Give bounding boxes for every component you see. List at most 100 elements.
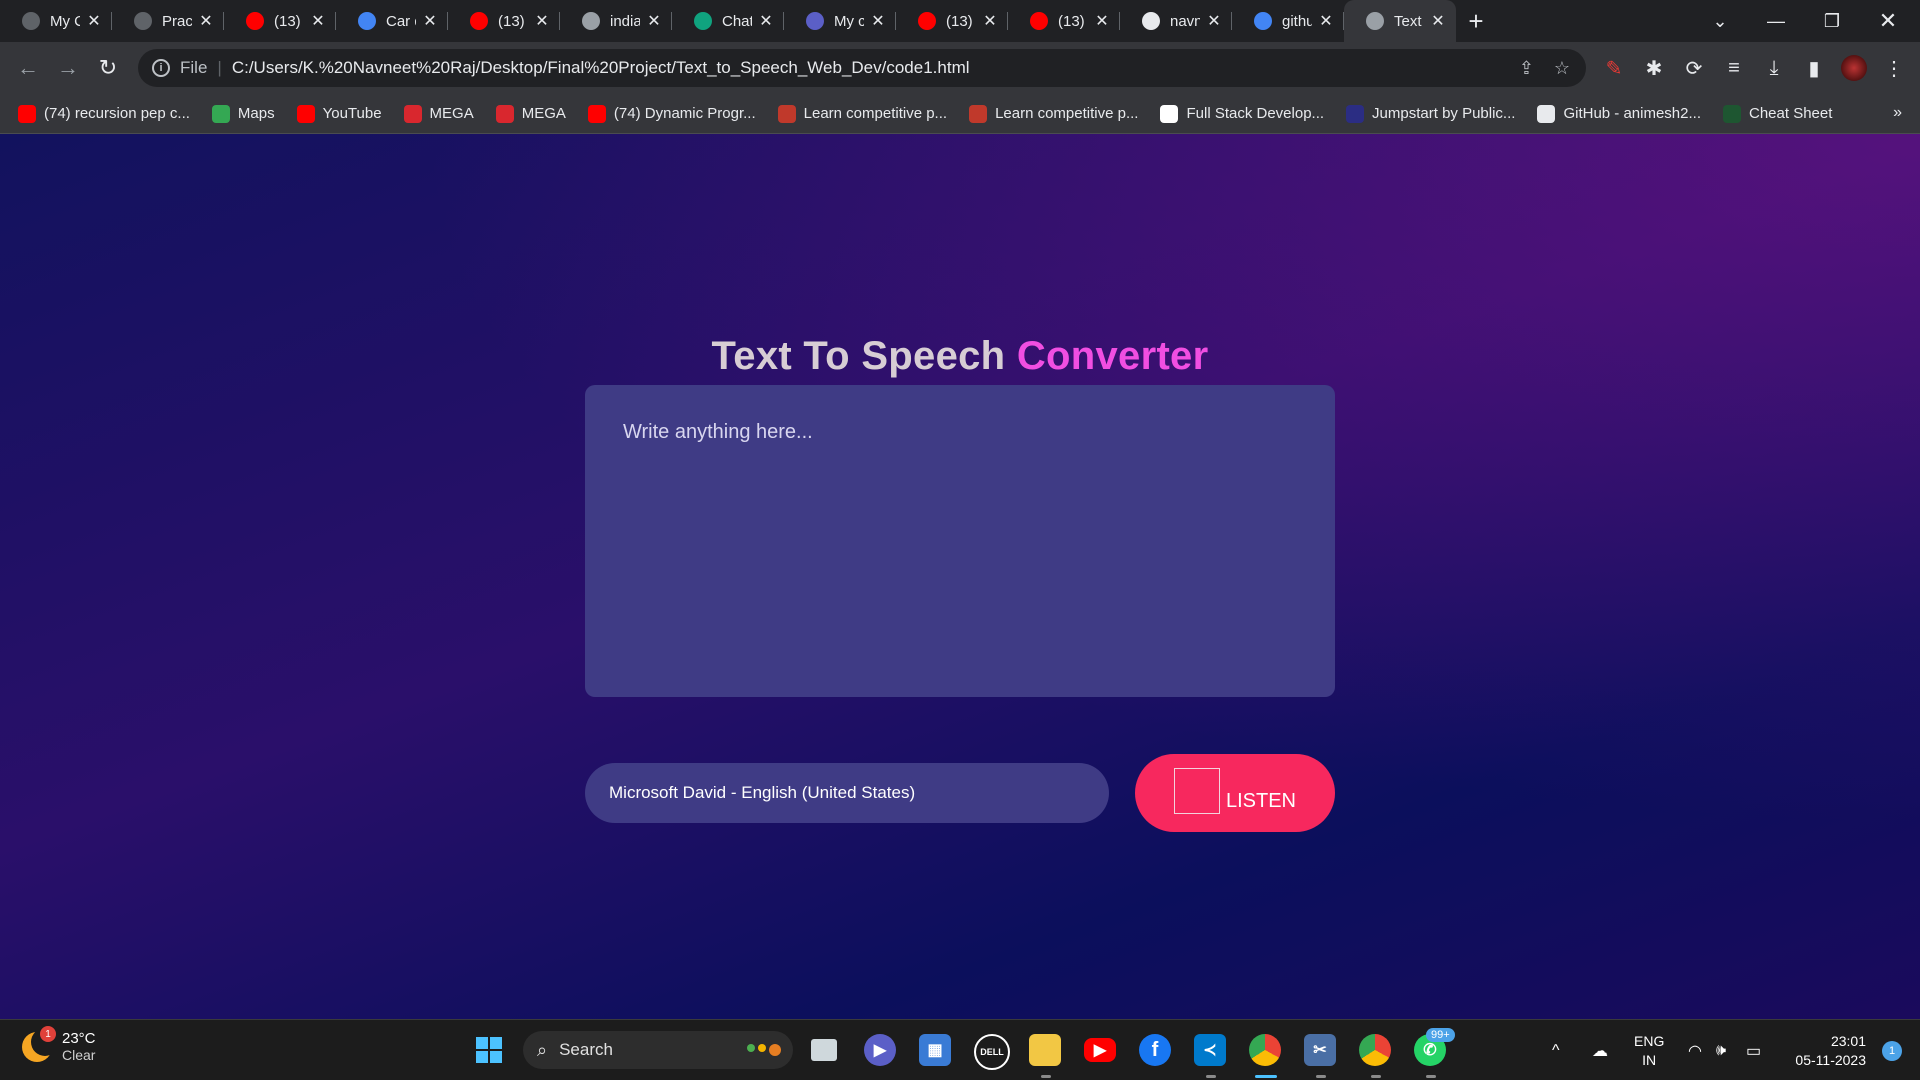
tab-favicon-icon [22, 12, 40, 30]
address-url[interactable]: C:/Users/K.%20Navneet%20Raj/Desktop/Fina… [232, 58, 970, 78]
new-tab-button[interactable]: + [1456, 0, 1496, 42]
profile-avatar[interactable] [1840, 54, 1868, 82]
bookmark-item[interactable]: GitHub - animesh2... [1537, 104, 1701, 123]
browser-tab[interactable]: Text t ✕ [1344, 0, 1456, 42]
bookmark-item[interactable]: MEGA [495, 104, 566, 123]
tab-favicon-icon [694, 12, 712, 30]
text-input[interactable] [585, 385, 1335, 697]
teams-chat-icon[interactable]: ▶ [864, 1034, 896, 1066]
tab-close-icon[interactable]: ✕ [86, 11, 102, 31]
language-indicator[interactable]: ENG IN [1634, 1020, 1664, 1080]
more-bookmarks-button[interactable]: » [1893, 104, 1902, 122]
tab-title: ChatG [722, 12, 752, 30]
task-view-icon[interactable] [811, 1039, 837, 1061]
voice-select[interactable]: Microsoft David - English (United States… [585, 763, 1109, 823]
back-button[interactable]: ← [8, 48, 48, 88]
chrome-profile-icon[interactable] [1359, 1034, 1391, 1066]
bookmark-item[interactable]: YouTube [296, 104, 382, 123]
tab-title: (13) H [498, 12, 528, 30]
browser-tab[interactable]: githu ✕ [1232, 0, 1344, 42]
bookmark-label: Learn competitive p... [803, 105, 948, 122]
facebook-icon[interactable]: f [1139, 1034, 1171, 1066]
notification-badge[interactable]: 1 [1882, 1041, 1902, 1061]
extensions-puzzle-icon[interactable]: ✱ [1640, 54, 1668, 82]
volume-icon[interactable]: 🕪 [1716, 1020, 1726, 1080]
tab-close-icon[interactable]: ✕ [1206, 11, 1222, 31]
tab-close-icon[interactable]: ✕ [646, 11, 662, 31]
tab-favicon-icon [470, 12, 488, 30]
tab-close-icon[interactable]: ✕ [1318, 11, 1334, 31]
show-hidden-icons-button[interactable]: ^ [1552, 1020, 1560, 1080]
browser-tab[interactable]: india ✕ [560, 0, 672, 42]
minimize-button[interactable]: — [1748, 0, 1804, 42]
reading-list-icon[interactable]: ≡ [1720, 54, 1748, 82]
vscode-icon[interactable]: ≺ [1194, 1034, 1226, 1066]
clock[interactable]: 23:01 05-11-2023 [1795, 1032, 1866, 1070]
bookmark-item[interactable]: Cheat Sheet [1723, 104, 1832, 123]
forward-button[interactable]: → [48, 48, 88, 88]
browser-tab[interactable]: ChatG ✕ [672, 0, 784, 42]
wifi-icon[interactable]: ◠ [1688, 1020, 1702, 1080]
bookmark-item[interactable]: Learn competitive p... [777, 104, 948, 123]
youtube-icon[interactable]: ▶ [1084, 1038, 1116, 1062]
onedrive-icon[interactable]: ☁ [1592, 1020, 1608, 1080]
bookmark-label: GitHub - animesh2... [1563, 105, 1701, 122]
share-icon[interactable]: ⇪ [1519, 58, 1534, 79]
bookmark-item[interactable]: Learn competitive p... [969, 104, 1138, 123]
start-windows-icon[interactable] [473, 1034, 505, 1066]
bookmark-item[interactable]: MEGA [403, 104, 474, 123]
bookmark-star-icon[interactable]: ☆ [1554, 58, 1570, 79]
browser-tab[interactable]: My C ✕ [0, 0, 112, 42]
active-indicator [1255, 1075, 1277, 1078]
menu-kebab-icon[interactable]: ⋮ [1880, 54, 1908, 82]
battery-icon[interactable]: ▭ [1746, 1020, 1761, 1080]
bookmark-item[interactable]: Jumpstart by Public... [1346, 104, 1515, 123]
tab-close-icon[interactable]: ✕ [198, 11, 214, 31]
chrome-icon[interactable] [1249, 1034, 1281, 1066]
snipping-tool-icon[interactable]: ✂ [1304, 1034, 1336, 1066]
restore-button[interactable]: ❐ [1804, 0, 1860, 42]
performance-icon[interactable]: ⟳ [1680, 54, 1708, 82]
file-explorer-icon[interactable] [1029, 1034, 1061, 1066]
tab-title: Practi [162, 12, 192, 30]
site-info-icon[interactable]: i [152, 59, 170, 77]
dell-icon[interactable]: DELL [974, 1034, 1010, 1070]
tab-close-icon[interactable]: ✕ [1430, 11, 1446, 31]
bookmark-item[interactable]: (74) recursion pep c... [18, 104, 190, 123]
reload-button[interactable]: ↻ [88, 48, 128, 88]
taskbar-search[interactable]: ⌕ Search [523, 1031, 793, 1069]
tab-close-icon[interactable]: ✕ [758, 11, 774, 31]
browser-tab[interactable]: (13) H ✕ [1008, 0, 1120, 42]
tab-close-icon[interactable]: ✕ [422, 11, 438, 31]
side-panel-icon[interactable]: ▮ [1800, 54, 1828, 82]
doc-icon [1160, 104, 1179, 123]
pen-extension-icon[interactable]: ✎ [1600, 54, 1628, 82]
tab-close-icon[interactable]: ✕ [310, 11, 326, 31]
browser-tab[interactable]: My ca ✕ [784, 0, 896, 42]
browser-tab[interactable]: (13) F ✕ [224, 0, 336, 42]
bookmark-item[interactable]: (74) Dynamic Progr... [587, 104, 756, 123]
running-indicator [1206, 1075, 1216, 1078]
bookmark-item[interactable]: Maps [211, 104, 275, 123]
tab-title: My ca [834, 12, 864, 30]
browser-tab[interactable]: navn ✕ [1120, 0, 1232, 42]
close-window-button[interactable]: ✕ [1860, 0, 1916, 42]
tab-close-icon[interactable]: ✕ [1094, 11, 1110, 31]
download-icon[interactable]: ⤓ [1760, 54, 1788, 82]
tab-close-icon[interactable]: ✕ [982, 11, 998, 31]
tab-search-icon[interactable]: ⌄ [1692, 0, 1748, 42]
listen-button[interactable]: LISTEN [1135, 754, 1335, 832]
running-indicator [1041, 1075, 1051, 1078]
weather-widget[interactable]: 1 23°C Clear [22, 1026, 96, 1063]
browser-tab[interactable]: Practi ✕ [112, 0, 224, 42]
browser-tab[interactable]: Car d ✕ [336, 0, 448, 42]
tts-container: Text To Speech Converter Microsoft David… [585, 334, 1335, 832]
listen-label: LISTEN [1225, 789, 1297, 812]
address-bar[interactable]: i File | C:/Users/K.%20Navneet%20Raj/Des… [138, 49, 1586, 87]
microsoft-store-icon[interactable]: ▦ [919, 1034, 951, 1066]
browser-tab[interactable]: (13) H ✕ [448, 0, 560, 42]
bookmark-item[interactable]: Full Stack Develop... [1160, 104, 1324, 123]
tab-close-icon[interactable]: ✕ [870, 11, 886, 31]
browser-tab[interactable]: (13) C ✕ [896, 0, 1008, 42]
tab-close-icon[interactable]: ✕ [534, 11, 550, 31]
